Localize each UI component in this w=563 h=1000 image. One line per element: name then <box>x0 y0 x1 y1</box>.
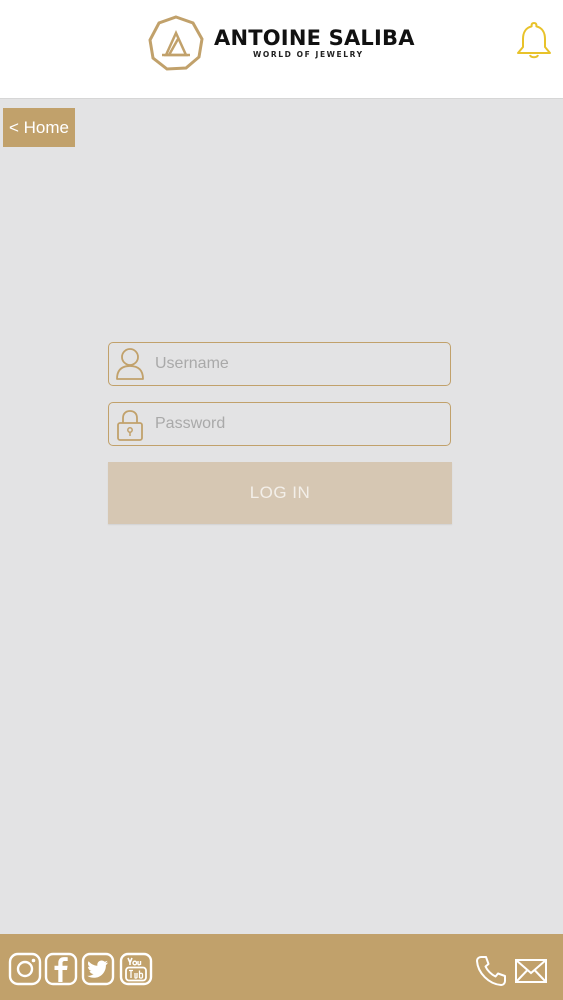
youtube-icon[interactable] <box>119 952 153 986</box>
password-field[interactable] <box>108 402 451 446</box>
home-button[interactable]: < Home <box>3 108 75 147</box>
facebook-icon[interactable] <box>44 952 78 986</box>
twitter-icon[interactable] <box>81 952 115 986</box>
footer-bar <box>0 934 563 1000</box>
app-header: ANTOINE SALIBA WORLD OF JEWELRY <box>0 0 563 99</box>
user-icon <box>116 348 144 380</box>
lock-icon <box>117 410 143 441</box>
password-input[interactable] <box>155 403 445 444</box>
mail-icon[interactable] <box>514 954 548 988</box>
instagram-icon[interactable] <box>8 952 42 986</box>
brand-tagline: WORLD OF JEWELRY <box>253 50 364 59</box>
bell-icon[interactable] <box>515 20 553 60</box>
login-button[interactable]: LOG IN <box>108 462 452 524</box>
brand-logo-icon <box>148 15 204 71</box>
username-field[interactable] <box>108 342 451 386</box>
username-input[interactable] <box>155 343 445 384</box>
phone-icon[interactable] <box>474 954 508 988</box>
brand-name: ANTOINE SALIBA <box>214 26 415 50</box>
